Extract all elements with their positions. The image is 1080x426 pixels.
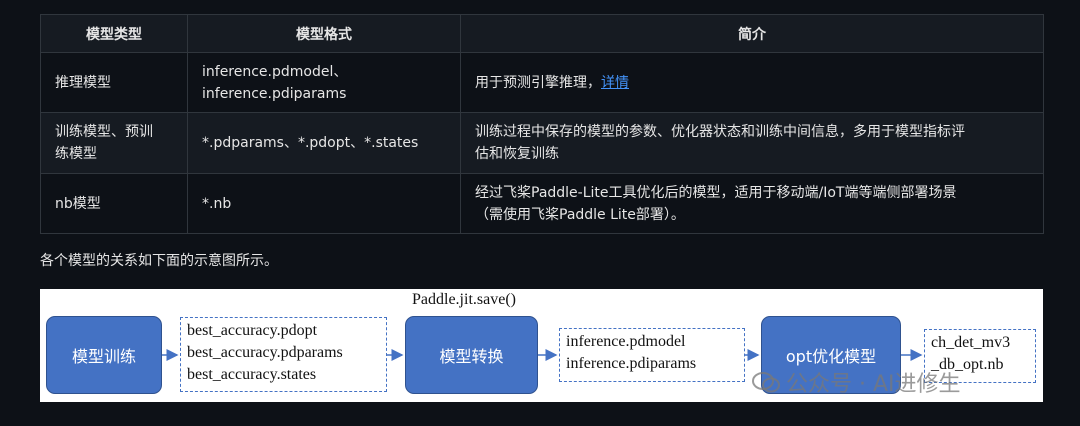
format-line: inference.pdmodel、 — [202, 63, 348, 80]
description-line: 经过飞桨Paddle-Lite工具优化后的模型，适用于移动端/IoT端等端侧部署… — [475, 184, 957, 201]
description-text: 用于预测引擎推理， — [475, 74, 601, 91]
cell-description: 用于预测引擎推理，详情 — [460, 52, 1044, 113]
file-name: ch_det_mv3 — [931, 334, 1011, 351]
model-types-table: 模型类型 模型格式 简介 推理模型 inference.pdmodel、 inf… — [40, 14, 1044, 234]
description-line: 估和恢复训练 — [475, 146, 559, 162]
training-files-box: best_accuracy.pdopt best_accuracy.pdpara… — [180, 317, 387, 392]
cell-format: inference.pdmodel、 inference.pdiparams — [187, 52, 461, 113]
diagram-caption: 各个模型的关系如下面的示意图所示。 — [40, 253, 278, 269]
table-row: 推理模型 inference.pdmodel、 inference.pdipar… — [40, 52, 1044, 113]
header-model-format: 模型格式 — [187, 14, 461, 53]
cell-description: 训练过程中保存的模型的参数、优化器状态和训练中间信息，多用于模型指标评 估和恢复… — [460, 112, 1044, 174]
inference-files-box: inference.pdmodel inference.pdiparams — [559, 328, 745, 382]
type-line: 训练模型、预训 — [55, 124, 153, 140]
file-name: inference.pdiparams — [566, 355, 697, 372]
watermark-text: 公众号 · AI进修生 — [786, 372, 961, 397]
header-model-type: 模型类型 — [40, 14, 188, 53]
table-row: nb模型 *.nb 经过飞桨Paddle-Lite工具优化后的模型，适用于移动端… — [40, 173, 1044, 234]
details-link[interactable]: 详情 — [601, 75, 629, 91]
table-header-row: 模型类型 模型格式 简介 — [40, 14, 1044, 53]
file-name: best_accuracy.pdopt — [187, 322, 318, 339]
table-row: 训练模型、预训 练模型 *.pdparams、*.pdopt、*.states … — [40, 112, 1044, 174]
cell-format: *.nb — [187, 173, 461, 234]
type-line: 练模型 — [55, 146, 97, 162]
cell-description: 经过飞桨Paddle-Lite工具优化后的模型，适用于移动端/IoT端等端侧部署… — [460, 173, 1044, 234]
watermark: 公众号 · AI进修生 — [752, 366, 961, 398]
description-line: （需使用飞桨Paddle Lite部署）。 — [475, 206, 685, 223]
model-conversion-box: 模型转换 — [405, 316, 538, 394]
header-description: 简介 — [460, 14, 1044, 53]
cell-type: 推理模型 — [40, 52, 188, 113]
file-name: inference.pdmodel — [566, 333, 686, 350]
cell-type: 训练模型、预训 练模型 — [40, 112, 188, 174]
cell-type: nb模型 — [40, 173, 188, 234]
description-line: 训练过程中保存的模型的参数、优化器状态和训练中间信息，多用于模型指标评 — [475, 124, 965, 140]
jit-save-label: Paddle.jit.save() — [412, 291, 516, 308]
wechat-icon — [752, 372, 780, 393]
model-relationship-diagram: 模型训练 best_accuracy.pdopt best_accuracy.p… — [40, 289, 1043, 402]
file-name: best_accuracy.states — [187, 366, 317, 383]
file-name: best_accuracy.pdparams — [187, 344, 343, 361]
model-training-box: 模型训练 — [46, 316, 162, 394]
cell-format: *.pdparams、*.pdopt、*.states — [187, 112, 461, 174]
format-line: inference.pdiparams — [202, 85, 347, 102]
